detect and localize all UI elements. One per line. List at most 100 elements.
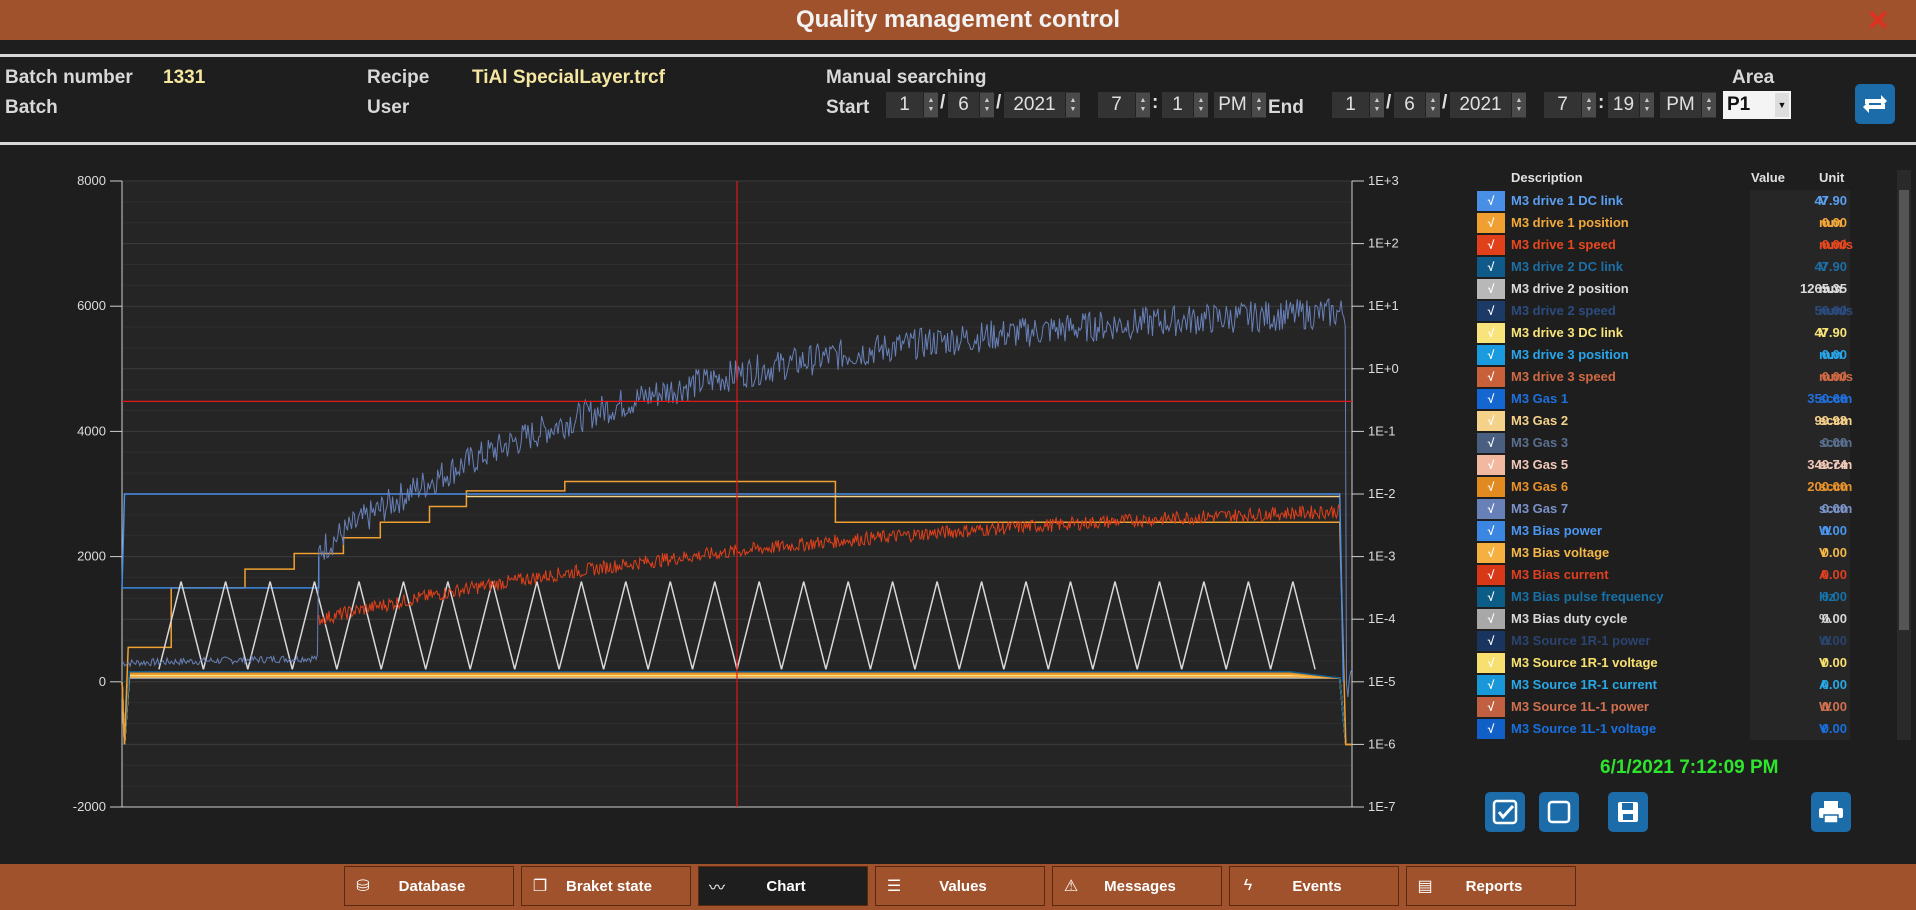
spin-arrows-icon[interactable]: ▲ ▼ <box>1639 93 1654 117</box>
legend-row[interactable]: √ M3 Gas 7 0.00 sccm <box>1475 498 1875 520</box>
legend-row[interactable]: √ M3 drive 1 speed 0.00 mm/s <box>1475 234 1875 256</box>
series-toggle-checkbox[interactable]: √ <box>1477 301 1505 321</box>
legend-row[interactable]: √ M3 Gas 5 349.74 sccm <box>1475 454 1875 476</box>
end-year-spinner[interactable]: 2021 ▲ ▼ <box>1450 92 1526 118</box>
legend-scrollbar[interactable] <box>1897 170 1911 740</box>
spin-arrows-icon[interactable]: ▲ ▼ <box>1511 93 1526 117</box>
end-hour-spinner[interactable]: 7 ▲ ▼ <box>1544 92 1596 118</box>
title-bar: Quality management control ✕ <box>0 0 1916 40</box>
spin-arrows-icon[interactable]: ▲ ▼ <box>1425 93 1440 117</box>
series-toggle-checkbox[interactable]: √ <box>1477 433 1505 453</box>
spin-arrows-icon[interactable]: ▲ ▼ <box>1193 93 1208 117</box>
right-tick-label: 1E+2 <box>1368 236 1399 251</box>
scrollbar-thumb[interactable] <box>1899 190 1909 630</box>
start-year-spinner[interactable]: 2021 ▲ ▼ <box>1004 92 1080 118</box>
legend-row[interactable]: √ M3 drive 2 position 1265.35 mm <box>1475 278 1875 300</box>
legend-row[interactable]: √ M3 Bias voltage 0.00 V <box>1475 542 1875 564</box>
legend-row[interactable]: √ M3 Bias duty cycle 0.00% <box>1475 608 1875 630</box>
legend-row[interactable]: √ M3 drive 2 speed 50.00 mm/s <box>1475 300 1875 322</box>
spin-arrows-icon[interactable]: ▲ ▼ <box>923 93 938 117</box>
series-toggle-checkbox[interactable]: √ <box>1477 499 1505 519</box>
check-all-button[interactable] <box>1485 792 1525 832</box>
series-description: M3 Gas 3 <box>1511 435 1569 450</box>
series-toggle-checkbox[interactable]: √ <box>1477 367 1505 387</box>
series-unit: sccm <box>1819 501 1853 516</box>
legend-row[interactable]: √ M3 Gas 3 0.00 sccm <box>1475 432 1875 454</box>
legend-row[interactable]: √ M3 drive 3 DC link 47.90 V <box>1475 322 1875 344</box>
nav-braket-state-button[interactable]: ❐ Braket state <box>521 866 691 906</box>
legend-row[interactable]: √ M3 Source 1R-1 voltage 0.00 V <box>1475 652 1875 674</box>
legend-row[interactable]: √ M3 Source 1L-1 voltage 0.00 V <box>1475 718 1875 740</box>
legend-row[interactable]: √ M3 Gas 6 200.00 sccm <box>1475 476 1875 498</box>
close-icon[interactable]: ✕ <box>1867 4 1890 37</box>
series-unit: A <box>1819 567 1829 582</box>
end-ampm-spinner[interactable]: PM ▲ ▼ <box>1660 92 1716 118</box>
series-toggle-checkbox[interactable]: √ <box>1477 565 1505 585</box>
legend-row[interactable]: √ M3 drive 3 speed 0.00 mm/s <box>1475 366 1875 388</box>
legend-row[interactable]: √ M3 Source 1R-1 current 0.00 A <box>1475 674 1875 696</box>
legend-row[interactable]: √ M3 drive 3 position 0.00 mm <box>1475 344 1875 366</box>
spin-arrows-icon[interactable]: ▲ ▼ <box>979 93 994 117</box>
series-toggle-checkbox[interactable]: √ <box>1477 697 1505 717</box>
nav-reports-button[interactable]: ▤ Reports <box>1406 866 1576 906</box>
series-toggle-checkbox[interactable]: √ <box>1477 257 1505 277</box>
nav-messages-button[interactable]: ⚠ Messages <box>1052 866 1222 906</box>
print-button[interactable] <box>1811 792 1851 832</box>
start-day-spinner[interactable]: 1 ▲ ▼ <box>886 92 938 118</box>
legend-row[interactable]: √ M3 Bias pulse frequency 0.00 Hz <box>1475 586 1875 608</box>
legend-row[interactable]: √ M3 Bias power 0.00 W <box>1475 520 1875 542</box>
spin-arrows-icon[interactable]: ▲ ▼ <box>1581 93 1596 117</box>
spin-arrows-icon[interactable]: ▲ ▼ <box>1251 93 1266 117</box>
series-toggle-checkbox[interactable]: √ <box>1477 279 1505 299</box>
chevron-down-icon[interactable]: ▼ <box>1775 93 1789 117</box>
series-toggle-checkbox[interactable]: √ <box>1477 675 1505 695</box>
series-toggle-checkbox[interactable]: √ <box>1477 389 1505 409</box>
legend-row[interactable]: √ M3 Source 1L-1 power 0.00 W <box>1475 696 1875 718</box>
nav-chart-button[interactable]: 〰 Chart <box>698 866 868 906</box>
spin-arrows-icon[interactable]: ▲ ▼ <box>1369 93 1384 117</box>
series-toggle-checkbox[interactable]: √ <box>1477 653 1505 673</box>
legend-row[interactable]: √ M3 Gas 2 99.98 sccm <box>1475 410 1875 432</box>
series-unit: % <box>1819 611 1831 626</box>
area-select[interactable]: P1 ▼ <box>1723 91 1791 119</box>
save-button[interactable] <box>1608 792 1648 832</box>
series-toggle-checkbox[interactable]: √ <box>1477 411 1505 431</box>
nav-database-button[interactable]: ⛁ Database <box>344 866 514 906</box>
series-toggle-checkbox[interactable]: √ <box>1477 323 1505 343</box>
start-hour-value: 7 <box>1111 94 1122 115</box>
spin-arrows-icon[interactable]: ▲ ▼ <box>1065 93 1080 117</box>
start-hour-spinner[interactable]: 7 ▲ ▼ <box>1098 92 1150 118</box>
legend-row[interactable]: √ M3 Source 1R-1 power 0.00 W <box>1475 630 1875 652</box>
start-ampm-spinner[interactable]: PM ▲ ▼ <box>1214 92 1266 118</box>
end-day-spinner[interactable]: 1 ▲ ▼ <box>1332 92 1384 118</box>
end-month-spinner[interactable]: 6 ▲ ▼ <box>1394 92 1440 118</box>
refresh-button[interactable] <box>1855 84 1895 124</box>
end-minute-spinner[interactable]: 19 ▲ ▼ <box>1608 92 1654 118</box>
series-toggle-checkbox[interactable]: √ <box>1477 191 1505 211</box>
spin-arrows-icon[interactable]: ▲ ▼ <box>1135 93 1150 117</box>
start-month-spinner[interactable]: 6 ▲ ▼ <box>948 92 994 118</box>
series-toggle-checkbox[interactable]: √ <box>1477 543 1505 563</box>
spin-arrows-icon[interactable]: ▲ ▼ <box>1701 93 1716 117</box>
series-toggle-checkbox[interactable]: √ <box>1477 521 1505 541</box>
line-chart[interactable]: 8000 6000 4000 2000 0 -2000 1E+3 1E+2 1E+1 1E+0 1… <box>0 150 1470 820</box>
legend-row[interactable]: √ M3 drive 1 position 0.00 mm <box>1475 212 1875 234</box>
series-toggle-checkbox[interactable]: √ <box>1477 609 1505 629</box>
series-toggle-checkbox[interactable]: √ <box>1477 455 1505 475</box>
legend-row[interactable]: √ M3 drive 2 DC link 47.90 V <box>1475 256 1875 278</box>
start-minute-spinner[interactable]: 1 ▲ ▼ <box>1162 92 1208 118</box>
legend-row[interactable]: √ M3 Bias current 0.00 A <box>1475 564 1875 586</box>
nav-values-button[interactable]: ☰ Values <box>875 866 1045 906</box>
series-toggle-checkbox[interactable]: √ <box>1477 213 1505 233</box>
checkbox-checked-icon <box>1492 799 1518 825</box>
series-toggle-checkbox[interactable]: √ <box>1477 235 1505 255</box>
series-toggle-checkbox[interactable]: √ <box>1477 477 1505 497</box>
series-toggle-checkbox[interactable]: √ <box>1477 345 1505 365</box>
uncheck-all-button[interactable] <box>1539 792 1579 832</box>
series-toggle-checkbox[interactable]: √ <box>1477 631 1505 651</box>
legend-row[interactable]: √ M3 drive 1 DC link 47.90 V <box>1475 190 1875 212</box>
nav-events-button[interactable]: ϟ Events <box>1229 866 1399 906</box>
legend-row[interactable]: √ M3 Gas 1 350.66 sccm <box>1475 388 1875 410</box>
series-toggle-checkbox[interactable]: √ <box>1477 719 1505 739</box>
series-toggle-checkbox[interactable]: √ <box>1477 587 1505 607</box>
